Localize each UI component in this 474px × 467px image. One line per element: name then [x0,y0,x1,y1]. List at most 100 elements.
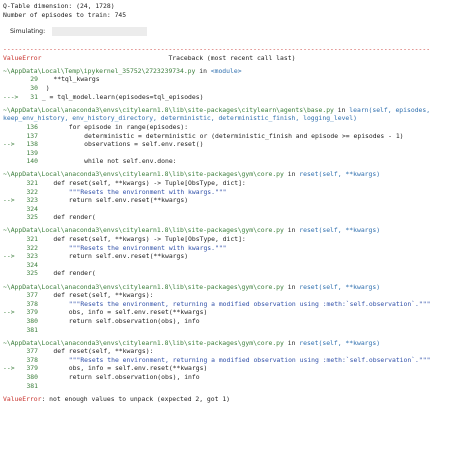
source-code: def reset(self, **kwargs) -> Tuple[ObsTy… [38,179,246,187]
simulating-progress-bar [52,26,147,36]
code-line: 137 deterministic = deterministic or (de… [3,132,471,141]
frame-location-line: ~\AppData\Local\anaconda3\envs\citylearn… [3,170,471,179]
simulating-progress-row: Simulating: [3,22,471,40]
traceback-frame: ~\AppData\Local\anaconda3\envs\citylearn… [3,283,471,335]
traceback-header-right: Traceback (most recent call last) [168,53,296,62]
source-code: def reset(self, **kwargs) -> Tuple[ObsTy… [38,235,246,244]
line-number: 379 [26,364,38,373]
code-line: 321 def reset(self, **kwargs) -> Tuple[O… [3,235,471,244]
line-number: 139 [26,148,38,157]
frame-in-text: in [283,282,300,291]
line-number: 380 [26,372,38,381]
source-code: **tql_kwargs [38,75,100,84]
traceback-frames: ~\AppData\Local\Temp\ipykernel_35752\272… [3,62,471,394]
source-code: obs, info = self.env.reset(**kwargs) [38,364,208,373]
current-line-marker: --> [3,140,15,149]
traceback-separator: ----------------------------------------… [3,45,431,54]
code-line: --> 138 observations = self.env.reset() [3,140,471,149]
code-line: --> 323 return self.env.reset(**kwargs) [3,252,471,261]
code-line: 380 return self.observation(obs), info [3,373,471,382]
frame-location-line: ~\AppData\Local\anaconda3\envs\citylearn… [3,106,471,123]
frame-location-line: ~\AppData\Local\anaconda3\envs\citylearn… [3,283,471,292]
line-number: 378 [26,299,38,308]
qtable-dimension-text: Q-Table dimension: (24, 1728) [3,2,115,10]
source-code: return self.observation(obs), info [38,316,200,325]
line-number: 323 [26,196,38,205]
code-line: 378 """Resets the environment, returning… [3,300,471,309]
code-line: 322 """Resets the environment with kwarg… [3,244,471,253]
line-number: 321 [26,235,38,244]
source-code: def reset(self, **kwargs): [38,291,154,300]
line-number: 140 [26,157,38,166]
final-error-message: : not enough values to unpack (expected … [41,394,231,403]
simulating-label: Simulating: [10,27,46,35]
source-code: ) [38,84,50,93]
source-code: def render( [38,269,96,278]
code-line: --> 323 return self.env.reset(**kwargs) [3,196,471,205]
source-code: """Resets the environment, returning a m… [38,355,431,364]
code-line: --> 379 obs, info = self.env.reset(**kwar… [3,364,471,373]
frame-file-path: ~\AppData\Local\Temp\ipykernel_35752\272… [3,66,196,75]
source-code: deterministic = deterministic or (determ… [38,131,404,140]
line-number: 321 [26,179,38,187]
source-code: """Resets the environment with kwargs.""… [38,243,227,252]
frame-file-path: ~\AppData\Local\anaconda3\envs\citylearn… [3,338,284,347]
line-number: 324 [26,260,38,269]
traceback-frame: ~\AppData\Local\anaconda3\envs\citylearn… [3,339,471,391]
line-number: 30 [30,84,38,93]
current-line-marker: --> [3,196,15,205]
line-number: 31 [30,92,38,101]
code-line: 381 [3,382,471,391]
line-number: 324 [26,204,38,213]
traceback-frame: ~\AppData\Local\anaconda3\envs\citylearn… [3,106,471,166]
line-number: 380 [26,316,38,325]
frame-location-line: ~\AppData\Local\anaconda3\envs\citylearn… [3,339,471,348]
traceback-frame: ~\AppData\Local\Temp\ipykernel_35752\272… [3,67,471,101]
current-line-marker: --> [3,308,15,317]
code-line: 377 def reset(self, **kwargs): [3,347,471,356]
line-number: 325 [26,213,38,222]
code-line: 140 while not self.env.done: [3,157,471,166]
source-code: while not self.env.done: [38,157,177,166]
source-code: _ = tql_model.learn(episodes=tql_episode… [38,92,204,101]
code-line: 325 def render( [3,269,471,278]
source-code: """Resets the environment, returning a m… [38,299,431,308]
notebook-output: Q-Table dimension: (24, 1728) Number of … [0,0,474,403]
frame-function-signature: reset(self, **kwargs) [299,338,381,347]
source-code: return self.observation(obs), info [38,372,200,381]
source-code: for episode in range(episodes): [38,122,189,131]
line-number: 377 [26,347,38,356]
line-number: 381 [26,325,38,334]
line-number: 377 [26,291,38,300]
source-code: def render( [38,213,96,222]
source-code: def reset(self, **kwargs): [38,347,154,356]
code-line: 324 [3,261,471,270]
code-line: 325 def render( [3,213,471,222]
final-error-type: ValueError [3,394,42,403]
frame-function-signature: reset(self, **kwargs) [299,226,381,235]
frame-location-line: ~\AppData\Local\anaconda3\envs\citylearn… [3,226,471,235]
current-line-marker: ---> [3,92,19,101]
code-line: 324 [3,205,471,214]
code-line: 139 [3,149,471,158]
source-code: return self.env.reset(**kwargs) [38,196,189,205]
code-line: 30 ) [3,84,471,93]
traceback-frame: ~\AppData\Local\anaconda3\envs\citylearn… [3,226,471,278]
frame-location-line: ~\AppData\Local\Temp\ipykernel_35752\272… [3,67,471,76]
code-line: 322 """Resets the environment with kwarg… [3,188,471,197]
episodes-count-text: Number of episodes to train: 745 [3,10,127,19]
line-number: 323 [26,252,38,261]
source-code: obs, info = self.env.reset(**kwargs) [38,308,208,317]
code-line: 321 def reset(self, **kwargs) -> Tuple[O… [3,179,471,188]
line-number: 378 [26,355,38,364]
frame-file-path: ~\AppData\Local\anaconda3\envs\citylearn… [3,170,284,179]
line-number: 325 [26,269,38,278]
traceback-header: ValueError Traceback (most recent call l… [3,54,471,63]
frame-file-path: ~\AppData\Local\anaconda3\envs\citylearn… [3,226,284,235]
line-number: 138 [26,140,38,149]
current-line-marker: --> [3,364,15,373]
code-line: 381 [3,326,471,335]
final-error-line: ValueError: not enough values to unpack … [3,395,471,404]
error-type: ValueError [3,53,42,62]
frame-function-signature: reset(self, **kwargs) [299,170,381,179]
